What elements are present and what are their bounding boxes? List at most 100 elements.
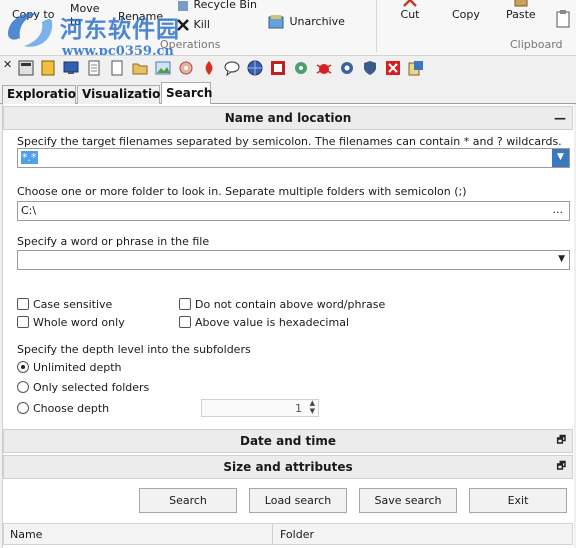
phrase-combo[interactable]: ▼ xyxy=(17,250,570,270)
unarchive-button[interactable]: Unarchive xyxy=(268,14,345,30)
unarchive-label: Unarchive xyxy=(289,15,345,28)
settings-icon[interactable] xyxy=(339,60,355,76)
folder-icon[interactable] xyxy=(132,60,148,76)
clipboard-group-label: Clipboard xyxy=(510,38,563,51)
export-icon[interactable] xyxy=(408,60,424,76)
paste-label: Paste xyxy=(506,8,536,21)
document-icon[interactable] xyxy=(86,60,102,76)
checkbox-box[interactable] xyxy=(179,298,191,310)
case-sensitive-checkbox[interactable]: Case sensitive xyxy=(17,298,112,311)
name-location-title: Name and location xyxy=(224,111,352,125)
paste-icon xyxy=(514,0,528,7)
selected-folders-label: Only selected folders xyxy=(33,381,150,394)
date-time-header[interactable]: Date and time 🗗 xyxy=(3,429,573,453)
search-button[interactable]: Search xyxy=(139,488,237,513)
exit-button[interactable]: Exit xyxy=(469,488,567,513)
copy-to-button[interactable]: Copy to xyxy=(12,8,54,21)
depth-stepper[interactable]: 1 ▲ ▼ xyxy=(201,399,319,417)
phrase-label: Specify a word or phrase in the file xyxy=(17,235,210,248)
size-attributes-header[interactable]: Size and attributes 🗗 xyxy=(3,455,573,479)
ribbon-separator xyxy=(376,0,377,52)
chevron-down-icon[interactable]: ▼ xyxy=(558,254,565,264)
not-contain-checkbox[interactable]: Do not contain above word/phrase xyxy=(179,298,385,311)
unlimited-depth-radio[interactable]: Unlimited depth xyxy=(17,361,121,374)
close-panel-button[interactable]: ✕ xyxy=(3,58,12,71)
monitor-icon[interactable] xyxy=(63,60,79,76)
rename-button[interactable]: Rename... xyxy=(118,10,174,23)
kill-icon xyxy=(177,19,189,31)
tab-bar: Exploration Visualization Search xyxy=(0,82,576,105)
tab-search[interactable]: Search xyxy=(161,82,212,105)
chevron-down-icon[interactable]: ▼ xyxy=(552,149,569,167)
operations-group-label: Operations xyxy=(160,38,221,51)
expand-icon[interactable]: 🗗 xyxy=(557,456,566,478)
media-icon[interactable] xyxy=(178,60,194,76)
save-search-button[interactable]: Save search xyxy=(359,488,457,513)
choose-depth-label: Choose depth xyxy=(33,402,110,415)
globe-icon[interactable] xyxy=(247,60,263,76)
copy-to-label: Copy to xyxy=(12,8,55,21)
chat-bubble-icon[interactable] xyxy=(224,60,240,76)
cut-label: Cut xyxy=(400,8,420,21)
window-icon[interactable] xyxy=(270,60,286,76)
shield-icon[interactable] xyxy=(362,60,378,76)
blank-page-icon[interactable] xyxy=(109,60,125,76)
load-search-button[interactable]: Load search xyxy=(249,488,347,513)
checkbox-box[interactable] xyxy=(17,316,29,328)
column-name[interactable]: Name xyxy=(10,528,42,541)
tab-exploration[interactable]: Exploration xyxy=(2,85,85,104)
stepper-arrows-icon[interactable]: ▲ ▼ xyxy=(310,399,315,415)
copy-button[interactable]: Copy xyxy=(452,8,480,21)
expand-icon[interactable]: 🗗 xyxy=(557,430,566,452)
name-location-header[interactable]: Name and location — xyxy=(3,106,573,130)
column-divider[interactable] xyxy=(272,524,273,544)
recycle-bin-label: Recycle Bin xyxy=(193,0,257,11)
not-contain-label: Do not contain above word/phrase xyxy=(195,298,386,311)
cut-icon xyxy=(403,0,417,7)
collapse-icon[interactable]: — xyxy=(554,107,566,129)
date-time-title: Date and time xyxy=(239,434,336,448)
checkbox-box[interactable] xyxy=(179,316,191,328)
whole-word-checkbox[interactable]: Whole word only xyxy=(17,316,125,329)
column-folder[interactable]: Folder xyxy=(280,528,314,541)
kill-button[interactable]: Kill xyxy=(176,18,210,32)
move-to-button[interactable]: Move to xyxy=(70,2,108,28)
kill-label: Kill xyxy=(193,18,210,31)
unlimited-depth-label: Unlimited depth xyxy=(33,361,122,374)
copy-label: Copy xyxy=(452,8,480,21)
rename-label: Rename... xyxy=(118,10,174,23)
paste-button[interactable]: Paste xyxy=(506,0,536,21)
tab-visualization[interactable]: Visualization xyxy=(77,85,169,104)
filenames-label: Specify the target filenames separated b… xyxy=(17,135,562,148)
radio-unselected[interactable] xyxy=(17,402,29,414)
whole-word-label: Whole word only xyxy=(33,316,125,329)
radio-selected[interactable] xyxy=(17,361,29,373)
calculator-icon[interactable] xyxy=(18,60,34,76)
checkbox-box[interactable] xyxy=(17,298,29,310)
recycle-bin-button[interactable]: Recycle Bin xyxy=(176,0,257,11)
folders-value: C:\ xyxy=(21,204,37,217)
depth-label: Specify the depth level into the subfold… xyxy=(17,343,251,356)
filenames-combo[interactable]: *.* ▼ xyxy=(17,148,570,168)
hexadecimal-checkbox[interactable]: Above value is hexadecimal xyxy=(179,316,349,329)
filenames-value: *.* xyxy=(21,151,38,164)
bookmark-icon[interactable] xyxy=(40,60,56,76)
image-icon[interactable] xyxy=(155,60,171,76)
case-sensitive-label: Case sensitive xyxy=(33,298,113,311)
depth-value: 1 xyxy=(295,402,302,415)
network-icon[interactable] xyxy=(293,60,309,76)
browse-folder-button[interactable]: ... xyxy=(553,203,564,216)
radio-unselected[interactable] xyxy=(17,381,29,393)
choose-depth-radio[interactable]: Choose depth xyxy=(17,402,109,415)
recycle-bin-icon xyxy=(178,1,188,11)
folders-field[interactable]: C:\ ... xyxy=(17,201,570,221)
selected-folders-radio[interactable]: Only selected folders xyxy=(17,381,149,394)
action-buttons: Search Load search Save search Exit xyxy=(3,488,575,518)
flame-icon[interactable] xyxy=(201,60,217,76)
cut-button[interactable]: Cut xyxy=(400,0,420,21)
folders-label: Choose one or more folder to look in. Se… xyxy=(17,185,467,198)
clipboard-extra-button[interactable] xyxy=(556,10,570,31)
delete-icon[interactable] xyxy=(385,60,401,76)
bug-icon[interactable] xyxy=(316,60,332,76)
toolbar: ✕ xyxy=(0,56,576,80)
